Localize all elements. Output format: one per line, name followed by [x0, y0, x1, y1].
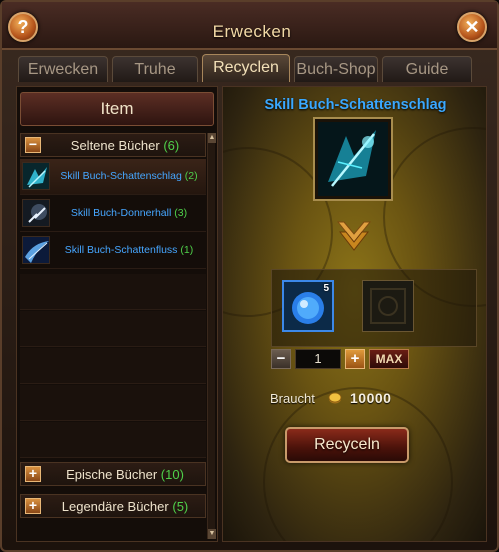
title-bar: ? Erwecken ✕: [2, 2, 497, 50]
item-list-header: Item: [20, 92, 214, 126]
selected-skill-title: Skill Buch-Schattenschlag: [264, 97, 447, 113]
skill-book-preview: [313, 117, 393, 201]
item-list-panel: Item − Seltene Bücher (6) Skill Buch-Sch…: [16, 86, 218, 542]
list-item-schattenfluss[interactable]: Skill Buch-Schattenfluss (1): [20, 233, 206, 269]
input-slot[interactable]: 5: [282, 280, 334, 332]
book-name: Skill Buch-Donnerhall: [70, 207, 172, 219]
category-label: Legendäre Bücher: [61, 499, 169, 514]
empty-list-slot: [20, 311, 206, 347]
cost-value: 10000: [350, 390, 392, 406]
category-label: Epische Bücher: [66, 467, 158, 482]
recycle-window: ? Erwecken ✕ Erwecken Truhe Recyclen Buc…: [0, 0, 499, 552]
window-title: Erwecken: [212, 22, 292, 41]
tab-truhe[interactable]: Truhe: [112, 56, 198, 82]
background-ornament: [263, 387, 453, 541]
scroll-down-icon[interactable]: ▼: [208, 529, 216, 539]
recycle-panel: Skill Buch-Schattenschlag 5 − 1 + MAX Br…: [222, 86, 487, 542]
increase-button[interactable]: +: [345, 349, 365, 369]
category-epische-buecher[interactable]: + Epische Bücher (10): [20, 462, 206, 486]
shadow-flow-book-icon: [22, 236, 50, 264]
cost-row: Braucht 10000: [270, 389, 450, 409]
category-seltene-buecher[interactable]: − Seltene Bücher (6): [20, 133, 206, 157]
down-arrow-icon: [336, 221, 372, 251]
book-count: (3): [174, 207, 188, 219]
book-name: Skill Buch-Schattenfluss: [64, 244, 178, 256]
empty-list-slot: [20, 274, 206, 310]
expand-icon[interactable]: +: [25, 466, 41, 482]
collapse-icon[interactable]: −: [25, 137, 41, 153]
max-button[interactable]: MAX: [369, 349, 409, 369]
output-slot[interactable]: [362, 280, 414, 332]
list-item-donnerhall[interactable]: Skill Buch-Donnerhall (3): [20, 196, 206, 232]
category-count: (6): [163, 138, 180, 153]
list-item-schattenschlag[interactable]: Skill Buch-Schattenschlag (2): [20, 159, 206, 195]
empty-list-slot: [20, 385, 206, 421]
gold-coin-icon: [328, 392, 342, 404]
tab-erwecken[interactable]: Erwecken: [18, 56, 108, 82]
category-label: Seltene Bücher: [70, 138, 160, 153]
expand-icon[interactable]: +: [25, 498, 41, 514]
close-icon: ✕: [464, 17, 480, 37]
empty-list-slot: [20, 422, 206, 458]
shadow-strike-book-icon: [22, 162, 50, 190]
book-count: (1): [180, 244, 194, 256]
category-count: (10): [160, 467, 184, 482]
thunder-book-icon: [22, 199, 50, 227]
list-scrollbar[interactable]: ▲ ▼: [207, 133, 216, 539]
tab-buch-shop[interactable]: Buch-Shop: [294, 56, 378, 82]
decrease-button[interactable]: −: [271, 349, 291, 369]
question-mark-icon: ?: [17, 17, 29, 37]
recycle-slots: 5: [271, 269, 477, 347]
stack-count: 5: [323, 283, 329, 294]
shadow-strike-skill-icon: [318, 122, 388, 196]
empty-list-slot: [20, 348, 206, 384]
tab-bar: Erwecken Truhe Recyclen Buch-Shop Guide: [18, 54, 478, 82]
help-button[interactable]: ?: [8, 12, 38, 42]
quantity-input[interactable]: 1: [295, 349, 341, 369]
category-legendaere-buecher[interactable]: + Legendäre Bücher (5): [20, 494, 206, 518]
close-button[interactable]: ✕: [457, 12, 487, 42]
category-count: (5): [172, 499, 189, 514]
book-count: (2): [184, 170, 198, 182]
tab-recyclen[interactable]: Recyclen: [202, 54, 290, 82]
tab-guide[interactable]: Guide: [382, 56, 472, 82]
cost-label: Braucht: [270, 391, 315, 406]
quantity-stepper: − 1 + MAX: [271, 349, 421, 369]
recycle-button[interactable]: Recyceln: [285, 427, 409, 463]
empty-slot-pattern-icon: [370, 288, 406, 324]
scroll-up-icon[interactable]: ▲: [208, 133, 216, 143]
book-name: Skill Buch-Schattenschlag: [60, 170, 182, 182]
